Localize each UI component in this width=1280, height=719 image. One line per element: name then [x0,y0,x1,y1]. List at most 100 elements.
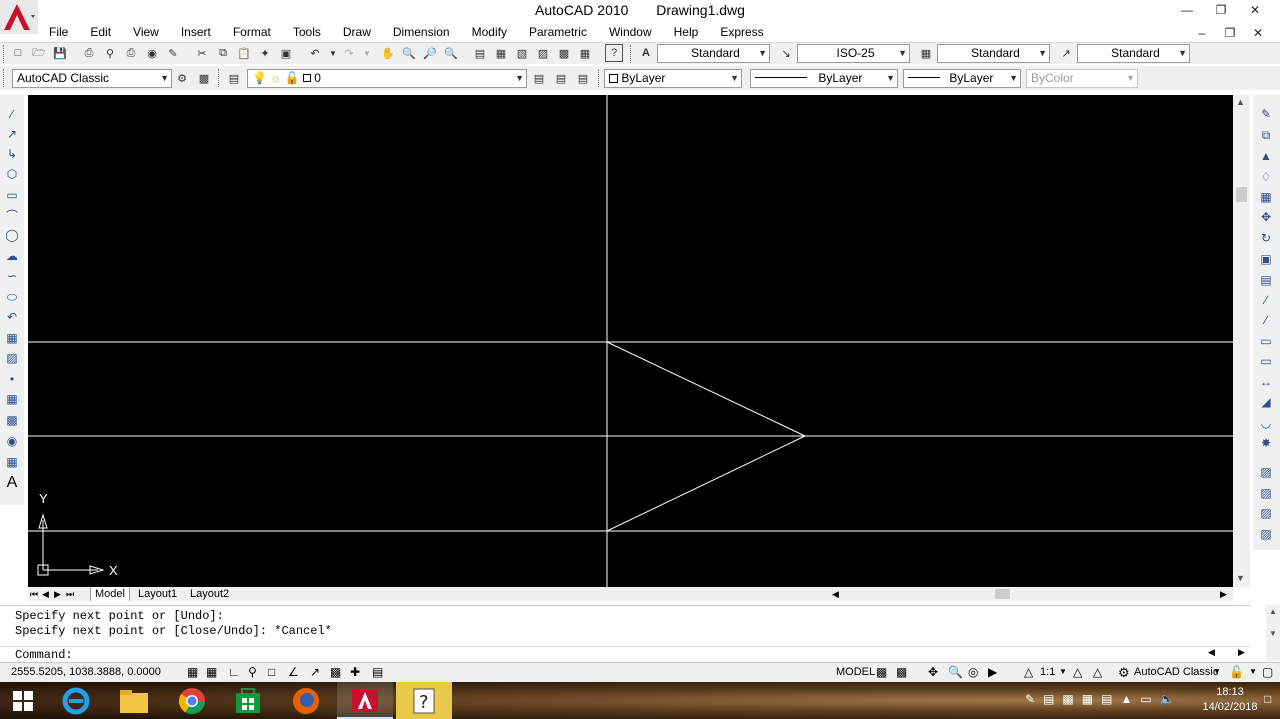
dynamic-ucs-icon[interactable]: ↗ [310,665,320,679]
steering-wheel-icon[interactable]: ◎ [968,665,978,679]
scroll-down-icon[interactable]: ▼ [1269,629,1277,638]
mirror-icon[interactable]: ▲ [1257,147,1275,165]
chamfer-icon[interactable]: ◢ [1257,393,1275,411]
paste-icon[interactable]: 📋 [235,44,253,62]
showmotion-icon[interactable]: ▶ [988,665,997,679]
workspace-settings-icon[interactable]: ⚙ [173,69,191,87]
mleader-style-select[interactable]: Standard ▼ [1077,44,1190,63]
table-icon[interactable]: ▦ [3,453,21,471]
ortho-mode-icon[interactable]: ∟ [228,665,240,679]
hscroll-thumb[interactable] [995,589,1010,599]
array-icon[interactable]: ▦ [1257,188,1275,206]
match-properties-icon[interactable]: ✦ [256,44,274,62]
scroll-up-icon[interactable]: ▲ [1236,97,1245,107]
clock[interactable]: 18:13 14/02/2018 [1200,685,1260,715]
explode-icon[interactable]: ✸ [1257,434,1275,452]
polyline-icon[interactable]: ↳ [3,145,21,163]
toolbar-lock-icon[interactable]: 🔓 [1229,665,1244,679]
zoom-status-icon[interactable]: 🔍 [948,665,963,679]
multiline-text-icon[interactable]: A [3,474,21,492]
menu-insert[interactable]: Insert [170,23,222,41]
cmd-hscroll-right-icon[interactable]: ▶ [1238,647,1245,658]
construction-line-icon[interactable]: ↗ [3,125,21,143]
copy-icon[interactable]: ⧉ [214,44,232,62]
spline-icon[interactable]: ∽ [3,267,21,285]
polygon-icon[interactable]: ⬡ [3,165,21,183]
block-editor-icon[interactable]: ▣ [277,44,295,62]
taskbar-store[interactable] [220,682,276,719]
revision-cloud-icon[interactable]: ☁ [3,247,21,265]
tab-layout2[interactable]: Layout2 [186,587,233,601]
break-icon[interactable]: ▭ [1257,352,1275,370]
close-icon[interactable]: ✕ [1238,0,1272,20]
chevron-down-icon[interactable]: ▼ [1059,667,1067,676]
excel-tray-icon[interactable]: ▦ [1082,692,1093,706]
open-icon[interactable]: 🗁 [30,44,48,62]
menu-window[interactable]: Window [598,23,663,41]
next-layout-icon[interactable]: ▶ [54,587,61,601]
cut-icon[interactable]: ✂ [193,44,211,62]
plot-preview-icon[interactable]: ⚲ [101,44,119,62]
auto-scale-icon[interactable]: △ [1093,665,1102,679]
send-to-back-icon[interactable]: ▨ [1257,504,1275,522]
quick-view-layouts-icon[interactable]: ▩ [876,665,887,679]
layer-select[interactable]: 💡 ☼ 🔓 0 ▼ [247,69,527,88]
display-tray-icon[interactable]: ▭ [1140,692,1151,706]
undo-icon[interactable]: ↶ [306,44,324,62]
pan-status-icon[interactable]: ✥ [928,665,938,679]
fillet-icon[interactable]: ◡ [1257,414,1275,432]
linetype-control-select[interactable]: ByLayer ▼ [750,69,898,88]
start-button[interactable] [0,682,46,719]
menu-help[interactable]: Help [663,23,710,41]
last-layout-icon[interactable]: ⏭ [66,587,74,601]
3d-dwf-icon[interactable]: ◉ [143,44,161,62]
make-object-layer-current-icon[interactable]: ▤ [530,69,548,87]
publish-icon[interactable]: ⎙ [122,44,140,62]
minimize-icon[interactable]: — [1170,0,1204,20]
redo-dropdown-icon[interactable]: ▼ [358,44,376,62]
taskbar-autocad[interactable] [337,682,393,719]
quickcalc-icon[interactable]: ▦ [576,44,594,62]
coordinates-readout[interactable]: 2555.5205, 1038.3888, 0.0000 [11,666,161,678]
object-snap-icon[interactable]: □ [268,665,275,679]
vertical-scrollbar[interactable]: ▲ ▼ [1233,95,1250,587]
polar-tracking-icon[interactable]: ⚲ [248,665,257,679]
draw-order-icon[interactable]: ▨ [1257,463,1275,481]
point-icon[interactable]: • [3,370,21,388]
bring-to-front-icon[interactable]: ▨ [1257,484,1275,502]
markup-icon[interactable]: ✎ [164,44,182,62]
scale-icon[interactable]: ▣ [1257,250,1275,268]
object-snap-tracking-icon[interactable]: ∠ [288,665,299,679]
taskbar-internet-explorer[interactable] [48,682,104,719]
hscroll-left-icon[interactable]: ◀ [832,587,839,601]
annotation-visibility-icon[interactable]: △ [1073,665,1082,679]
drawing-canvas[interactable]: Y X [28,95,1233,587]
zoom-previous-icon[interactable]: 🔍 [442,44,460,62]
annotation-scale-value[interactable]: 1:1 [1040,666,1055,678]
offset-icon[interactable]: ♢ [1257,168,1275,186]
table-style-select[interactable]: Standard ▼ [937,44,1050,63]
taskbar-firefox[interactable] [278,682,334,719]
menu-tools[interactable]: Tools [282,23,332,41]
join-icon[interactable]: ↔ [1257,373,1275,391]
move-icon[interactable]: ✥ [1257,208,1275,226]
rectangle-icon[interactable]: ▭ [3,186,21,204]
notification-tray-icon[interactable]: ▤ [1101,692,1112,706]
gradient-icon[interactable]: ▩ [3,411,21,429]
clean-screen-icon[interactable]: ▢ [1262,665,1273,679]
table-style-icon[interactable]: ▦ [917,44,935,62]
layer-previous-icon[interactable]: ▤ [552,69,570,87]
lineweight-toggle-icon[interactable]: ✚ [350,665,360,679]
cmd-hscroll-left-icon[interactable]: ◀ [1208,647,1215,658]
drawing-restore-icon[interactable]: ❐ [1216,23,1244,43]
tab-layout1[interactable]: Layout1 [134,587,181,601]
taskbar-file-explorer[interactable] [106,682,162,719]
hatch-icon[interactable]: ▦ [3,390,21,408]
application-menu-button[interactable] [0,0,38,34]
markup-set-icon[interactable]: ▩ [555,44,573,62]
insert-block-icon[interactable]: ▦ [3,329,21,347]
workspace-save-icon[interactable]: ▩ [195,69,213,87]
text-style-select[interactable]: Standard ▼ [657,44,770,63]
properties-icon[interactable]: ▤ [471,44,489,62]
workspace-switch[interactable]: AutoCAD Classic [1134,666,1218,678]
